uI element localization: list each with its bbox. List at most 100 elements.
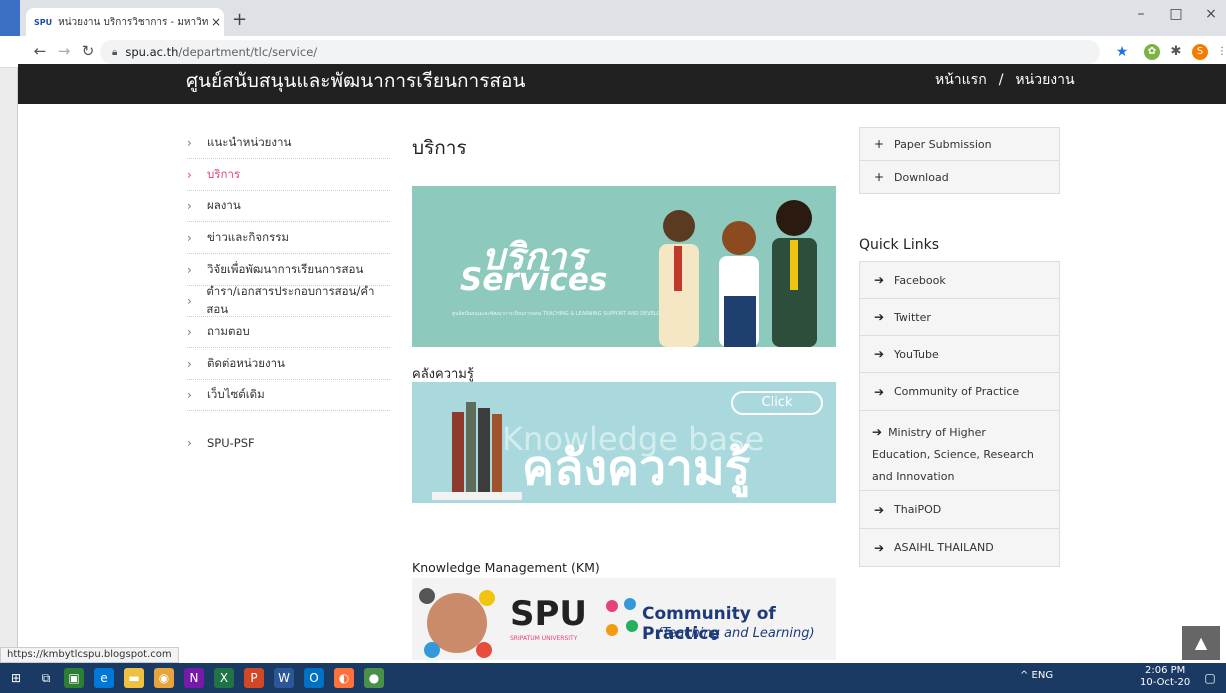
community-of-practice-link[interactable]: ➔ Community of Practice bbox=[859, 373, 1060, 411]
file-explorer-icon[interactable]: ▬ bbox=[124, 668, 144, 688]
bookmark-star-icon[interactable]: ★ bbox=[1114, 44, 1130, 60]
cop-subtitle: (Teaching and Learning) bbox=[657, 626, 815, 641]
plus-icon: + bbox=[874, 170, 885, 184]
clock[interactable]: 2:06 PM 10-Oct-20 bbox=[1140, 665, 1190, 689]
download-link[interactable]: + Download bbox=[859, 161, 1060, 194]
asaihl-link[interactable]: ➔ ASAIHL THAILAND bbox=[859, 529, 1060, 567]
page-title: บริการ bbox=[412, 137, 467, 159]
ministry-link[interactable]: ➔ Ministry of Higher Education, Science, … bbox=[859, 411, 1060, 491]
menu-item-label: แนะนำหน่วยงาน bbox=[207, 134, 292, 149]
spu-logo-subtitle: SRIPATUM UNIVERSITY bbox=[510, 635, 578, 642]
thaipod-link[interactable]: ➔ ThaiPOD bbox=[859, 491, 1060, 529]
km-banner[interactable]: SPU SRIPATUM UNIVERSITY Community of Pra… bbox=[412, 578, 836, 660]
menu-item[interactable]: › แนะนำหน่วยงาน bbox=[187, 127, 390, 159]
chevron-right-icon: › bbox=[187, 135, 192, 150]
menu-item-label: SPU-PSF bbox=[207, 436, 255, 450]
click-button[interactable]: Click bbox=[731, 391, 823, 415]
services-banner[interactable]: บริการ Services ศูนย์สนับสนุนและพัฒนาการ… bbox=[412, 186, 836, 347]
link-label: Facebook bbox=[894, 273, 946, 287]
menu-item-label: วิจัยเพื่อพัฒนาการเรียนการสอน bbox=[207, 261, 364, 276]
profile-avatar[interactable]: S bbox=[1192, 44, 1208, 60]
chevron-right-icon: › bbox=[187, 356, 192, 371]
extension-icon[interactable]: ✿ bbox=[1144, 44, 1160, 60]
meeting-illustration bbox=[419, 588, 495, 658]
knowledge-base-banner[interactable]: Knowledge base คลังความรู้ Click bbox=[412, 382, 836, 503]
chrome-taskbar-icon[interactable]: ● bbox=[364, 668, 384, 688]
facebook-link[interactable]: ➔ Facebook bbox=[859, 261, 1060, 299]
menu-item[interactable]: › ผลงาน bbox=[187, 190, 390, 222]
menu-item[interactable]: › ตำรา/เอกสารประกอบการสอน/คำสอน bbox=[187, 283, 390, 317]
menu-item[interactable]: › ข่าวและกิจกรรม bbox=[187, 222, 390, 254]
arrow-right-icon: ➔ bbox=[874, 347, 885, 361]
km-title: Knowledge Management (KM) bbox=[412, 560, 600, 575]
chevron-right-icon: › bbox=[187, 262, 192, 277]
powerpoint-icon[interactable]: P bbox=[244, 668, 264, 688]
quick-links-title: Quick Links bbox=[859, 237, 940, 253]
link-label: Paper Submission bbox=[894, 137, 992, 151]
youtube-link[interactable]: ➔ YouTube bbox=[859, 336, 1060, 373]
close-window-button[interactable]: × bbox=[1196, 6, 1226, 22]
address-bar[interactable]: 🔒︎ spu.ac.th/department/tlc/service/ bbox=[100, 40, 1100, 64]
tab-close-icon[interactable]: × bbox=[208, 15, 224, 29]
lock-icon: 🔒︎ bbox=[112, 46, 118, 58]
excel-icon[interactable]: X bbox=[214, 668, 234, 688]
notification-icon[interactable]: ▢ bbox=[1200, 668, 1220, 688]
system-tray[interactable]: ^ ENG bbox=[1020, 670, 1053, 681]
arrow-right-icon: ➔ bbox=[874, 310, 885, 324]
menu-item[interactable]: › ติดต่อหน่วยงาน bbox=[187, 348, 390, 380]
site-title: ศูนย์สนับสนุนและพัฒนาการเรียนการสอน bbox=[186, 70, 526, 92]
arrow-right-icon: ➔ bbox=[874, 384, 885, 399]
menu-item[interactable]: › ถามตอบ bbox=[187, 316, 390, 348]
menu-kebab-icon[interactable]: ⋮ bbox=[1214, 44, 1226, 60]
task-view-icon[interactable]: ⧉ bbox=[36, 668, 56, 688]
chevron-right-icon: › bbox=[187, 230, 192, 245]
outlook-icon[interactable]: O bbox=[304, 668, 324, 688]
store-icon[interactable]: ▣ bbox=[64, 668, 84, 688]
firefox-icon[interactable]: ◐ bbox=[334, 668, 354, 688]
menu-item-label: ตำรา/เอกสารประกอบการสอน/คำสอน bbox=[206, 283, 375, 316]
menu-item[interactable]: › บริการ bbox=[187, 159, 390, 191]
back-icon[interactable]: ← bbox=[30, 42, 50, 60]
word-icon[interactable]: W bbox=[274, 668, 294, 688]
menu-item[interactable]: › เว็บไซต์เดิม bbox=[187, 379, 390, 411]
status-url: https://kmbytlcspu.blogspot.com bbox=[0, 647, 179, 663]
chevron-right-icon: › bbox=[187, 293, 192, 308]
menu-item-spu-psf[interactable]: › SPU-PSF bbox=[187, 427, 390, 459]
plus-icon: + bbox=[874, 137, 885, 151]
browser-tab[interactable]: SPU หน่วยงาน บริการวิชาการ - มหาวิทยาลั … bbox=[26, 8, 224, 36]
windows-start-icon[interactable]: ⊞ bbox=[6, 668, 26, 688]
breadcrumb-separator: / bbox=[998, 72, 1004, 88]
extensions-puzzle-icon[interactable]: ✱ bbox=[1168, 44, 1184, 60]
menu-item-label: บริการ bbox=[207, 166, 241, 181]
back-to-top-button[interactable]: ▲ bbox=[1182, 626, 1220, 660]
books-illustration bbox=[432, 402, 522, 500]
arrow-right-icon: ➔ bbox=[874, 273, 885, 287]
new-tab-button[interactable]: + bbox=[232, 9, 247, 30]
maximize-button[interactable]: □ bbox=[1161, 6, 1191, 22]
chrome-app-icon[interactable]: ◉ bbox=[154, 668, 174, 688]
link-label: Download bbox=[894, 170, 949, 184]
knowledge-base-title: คลังความรู้ bbox=[412, 367, 474, 382]
forward-icon[interactable]: → bbox=[54, 42, 74, 60]
clock-date: 10-Oct-20 bbox=[1140, 677, 1191, 688]
link-label: Twitter bbox=[894, 310, 931, 324]
nav-home-link[interactable]: หน้าแรก bbox=[935, 72, 987, 88]
minimize-button[interactable]: – bbox=[1126, 6, 1156, 22]
arrow-right-icon: ➔ bbox=[874, 502, 885, 517]
nav-department-link[interactable]: หน่วยงาน bbox=[1015, 72, 1074, 88]
menu-item[interactable]: › วิจัยเพื่อพัฒนาการเรียนการสอน bbox=[187, 254, 390, 286]
url-host: spu.ac.th bbox=[125, 45, 179, 59]
menu-item-label: ผลงาน bbox=[207, 197, 241, 212]
reload-icon[interactable]: ↻ bbox=[78, 42, 98, 60]
menu-item-label: ข่าวและกิจกรรม bbox=[207, 229, 290, 244]
edge-icon[interactable]: e bbox=[94, 668, 114, 688]
twitter-link[interactable]: ➔ Twitter bbox=[859, 299, 1060, 336]
menu-item-label: ติดต่อหน่วยงาน bbox=[207, 355, 285, 370]
onenote-icon[interactable]: N bbox=[184, 668, 204, 688]
chevron-right-icon: › bbox=[187, 198, 192, 213]
link-label: Ministry of Higher Education, Science, R… bbox=[872, 426, 1034, 483]
link-label: ThaiPOD bbox=[894, 503, 942, 516]
banner-title-english: Services bbox=[460, 262, 608, 298]
cop-logo-icon bbox=[606, 598, 638, 636]
paper-submission-link[interactable]: + Paper Submission bbox=[859, 127, 1060, 161]
